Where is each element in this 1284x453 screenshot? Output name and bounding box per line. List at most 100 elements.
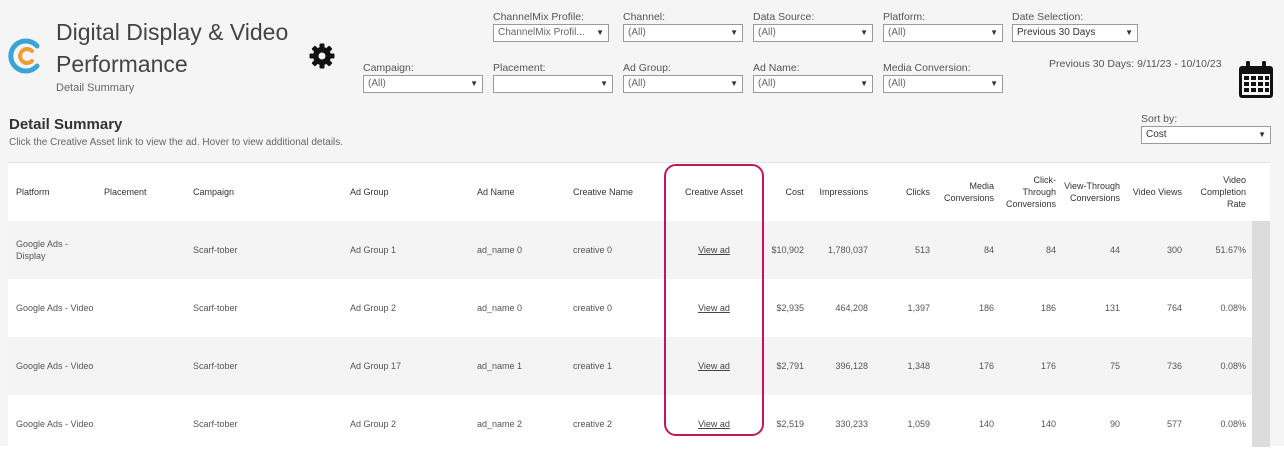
- placement-select[interactable]: ▼: [493, 75, 613, 93]
- cell-campaign: Scarf-tober: [193, 245, 238, 255]
- chevron-down-icon: ▼: [730, 28, 738, 37]
- column-header-impressions[interactable]: Impressions: [808, 163, 868, 221]
- cell-clicks: 1,348: [907, 361, 930, 371]
- cell-ad-name: ad_name 0: [477, 245, 523, 255]
- column-header-media-conversions[interactable]: Media Conversions: [938, 163, 994, 221]
- cell-creative-name: creative 2: [573, 419, 613, 429]
- cell-ad-group: Ad Group 2: [350, 419, 397, 429]
- cell-creative-asset: View ad: [678, 395, 750, 453]
- dashboard-page: Digital Display & Video Performance Deta…: [0, 0, 1284, 447]
- chevron-down-icon: ▼: [1125, 28, 1133, 37]
- cell-platform: Google Ads - Video: [16, 419, 94, 429]
- view-ad-link[interactable]: View ad: [698, 418, 730, 430]
- cell-video-completion-rate: 0.08%: [1220, 419, 1246, 429]
- platform-select[interactable]: (All) ▼: [883, 24, 1003, 42]
- filter-label: Channel:: [623, 11, 666, 23]
- table-row[interactable]: Google Ads - Video Scarf-tober Ad Group …: [8, 337, 1252, 395]
- cell-impressions: 396,128: [835, 361, 868, 371]
- column-header-click-through-conversions[interactable]: Click-Through Conversions: [1002, 163, 1056, 221]
- filter-label: Data Source:: [753, 11, 815, 23]
- column-header-creative-asset[interactable]: Creative Asset: [678, 163, 750, 221]
- cell-placement: [104, 395, 184, 453]
- cell-view-through-conversions: 44: [1109, 245, 1120, 255]
- cell-click-through-conversions: 176: [1040, 361, 1056, 371]
- chevron-down-icon: ▼: [860, 28, 868, 37]
- channelmix-profile-select[interactable]: ChannelMix Profil... ▼: [493, 24, 609, 42]
- table-row[interactable]: Google Ads - Display Scarf-tober Ad Grou…: [8, 221, 1252, 279]
- gear-icon[interactable]: [308, 42, 336, 70]
- cell-ad-group: Ad Group 1: [350, 245, 397, 255]
- channel-filter: Channel: (All) ▼: [623, 10, 743, 42]
- detail-table: Platform Placement Campaign Ad Group Ad …: [8, 162, 1270, 447]
- view-ad-link[interactable]: View ad: [698, 360, 730, 372]
- data-source-select[interactable]: (All) ▼: [753, 24, 873, 42]
- table-scrollbar[interactable]: [1252, 221, 1270, 447]
- cell-cost: $2,519: [776, 419, 804, 429]
- view-ad-link[interactable]: View ad: [698, 244, 730, 256]
- column-header-campaign[interactable]: Campaign: [193, 163, 333, 221]
- page-subtitle: Detail Summary: [56, 82, 135, 94]
- chevron-down-icon: ▼: [860, 79, 868, 88]
- chevron-down-icon: ▼: [990, 79, 998, 88]
- date-selection-select[interactable]: Previous 30 Days ▼: [1012, 24, 1138, 42]
- column-header-ad-name[interactable]: Ad Name: [477, 163, 557, 221]
- column-header-clicks[interactable]: Clicks: [878, 163, 930, 221]
- detail-summary-title: Detail Summary: [9, 116, 123, 133]
- select-value: (All): [888, 78, 906, 89]
- column-header-placement[interactable]: Placement: [104, 163, 184, 221]
- filter-label: ChannelMix Profile:: [493, 11, 585, 23]
- ad-group-select[interactable]: (All) ▼: [623, 75, 743, 93]
- media-conversion-select[interactable]: (All) ▼: [883, 75, 1003, 93]
- channelmix-profile-filter: ChannelMix Profile: ChannelMix Profil...…: [493, 10, 609, 42]
- ad-group-filter: Ad Group: (All) ▼: [623, 61, 743, 93]
- column-header-creative-name[interactable]: Creative Name: [573, 163, 653, 221]
- cell-cost: $10,902: [771, 245, 804, 255]
- cell-video-views: 736: [1166, 361, 1182, 371]
- cell-impressions: 1,780,037: [827, 245, 868, 255]
- view-ad-link[interactable]: View ad: [698, 302, 730, 314]
- select-value: (All): [628, 78, 646, 89]
- column-header-view-through-conversions[interactable]: View-Through Conversions: [1064, 163, 1120, 221]
- calendar-icon[interactable]: [1237, 60, 1275, 100]
- channel-select[interactable]: (All) ▼: [623, 24, 743, 42]
- column-header-cost[interactable]: Cost: [756, 163, 804, 221]
- select-value: (All): [368, 78, 386, 89]
- detail-summary-subtitle: Click the Creative Asset link to view th…: [9, 137, 344, 148]
- cell-view-through-conversions: 90: [1109, 419, 1120, 429]
- select-value: (All): [888, 27, 906, 38]
- column-header-video-completion-rate[interactable]: Video Completion Rate: [1190, 163, 1246, 221]
- cell-cost: $2,791: [776, 361, 804, 371]
- sort-by-select[interactable]: Cost ▼: [1141, 126, 1271, 144]
- chevron-down-icon: ▼: [470, 79, 478, 88]
- campaign-select[interactable]: (All) ▼: [363, 75, 483, 93]
- table-row[interactable]: Google Ads - Video Scarf-tober Ad Group …: [8, 279, 1252, 337]
- date-range-text: Previous 30 Days: 9/11/23 - 10/10/23: [1049, 58, 1222, 70]
- cell-clicks: 513: [914, 245, 930, 255]
- cell-creative-name: creative 1: [573, 361, 613, 371]
- date-selection-filter: Date Selection: Previous 30 Days ▼: [1012, 10, 1138, 42]
- cell-video-completion-rate: 0.08%: [1220, 361, 1246, 371]
- column-header-platform[interactable]: Platform: [16, 163, 96, 221]
- select-value: Previous 30 Days: [1017, 27, 1096, 38]
- cell-impressions: 464,208: [835, 303, 868, 313]
- ad-name-select[interactable]: (All) ▼: [753, 75, 873, 93]
- cell-video-completion-rate: 51.67%: [1215, 245, 1246, 255]
- cell-video-views: 300: [1166, 245, 1182, 255]
- filter-label: Sort by:: [1141, 113, 1178, 125]
- select-value: (All): [758, 27, 776, 38]
- sort-by-filter: Sort by: Cost ▼: [1141, 112, 1271, 144]
- chevron-down-icon: ▼: [600, 79, 608, 88]
- cell-clicks: 1,397: [907, 303, 930, 313]
- chevron-down-icon: ▼: [596, 28, 604, 37]
- column-header-video-views[interactable]: Video Views: [1126, 163, 1182, 221]
- filter-label: Placement:: [493, 62, 546, 74]
- table-row[interactable]: Google Ads - Video Scarf-tober Ad Group …: [8, 395, 1252, 453]
- cell-click-through-conversions: 186: [1040, 303, 1056, 313]
- cell-placement: [104, 337, 184, 395]
- cell-media-conversions: 140: [978, 419, 994, 429]
- cell-placement: [104, 221, 184, 279]
- column-header-ad-group[interactable]: Ad Group: [350, 163, 460, 221]
- cell-video-completion-rate: 0.08%: [1220, 303, 1246, 313]
- cell-creative-asset: View ad: [678, 221, 750, 279]
- filter-label: Ad Group:: [623, 62, 671, 74]
